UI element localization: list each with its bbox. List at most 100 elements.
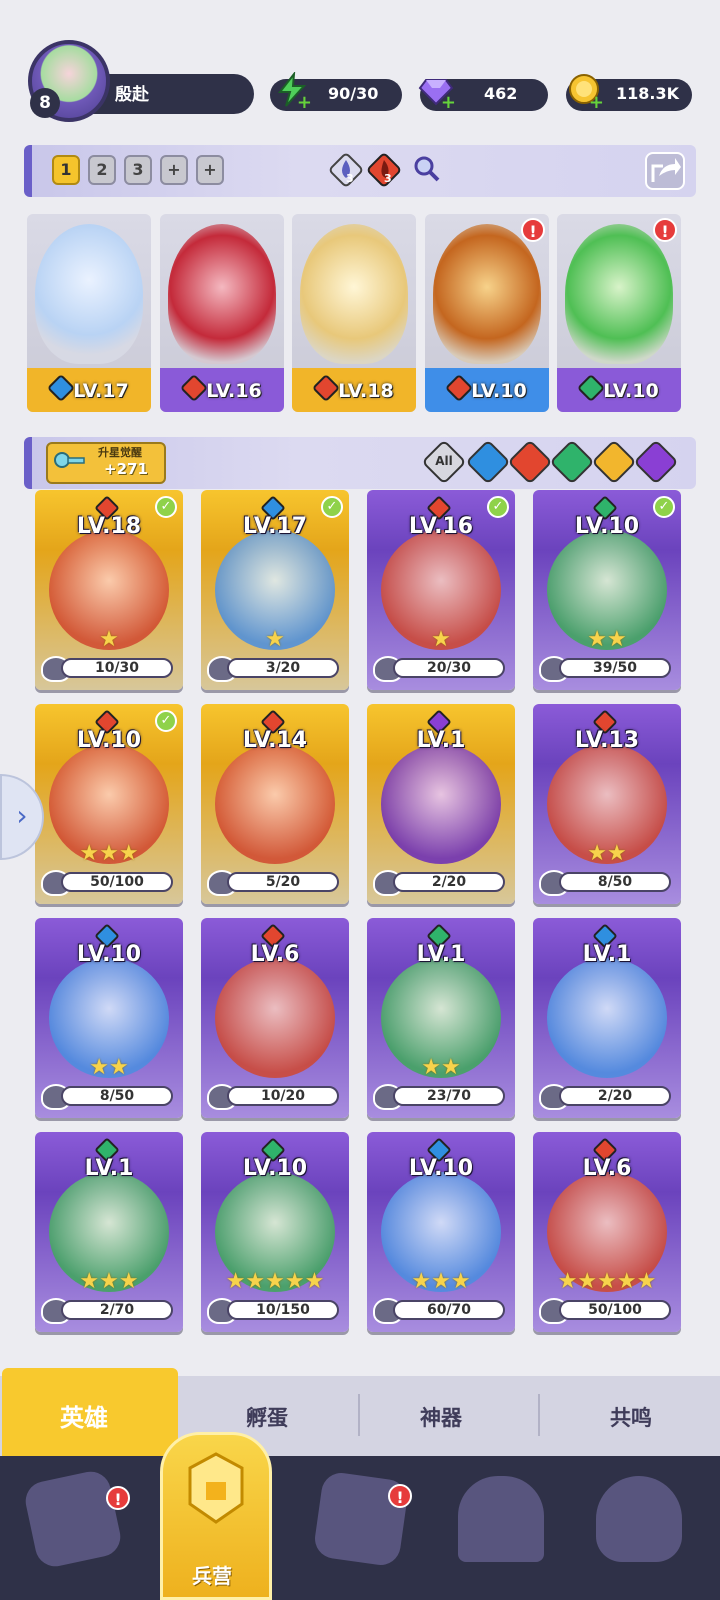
hero-card[interactable]: ✓ LV.17 ★ 3/20 xyxy=(201,490,349,690)
hero-portrait xyxy=(547,958,667,1078)
castle-icon[interactable] xyxy=(458,1476,544,1562)
shard-progress: 8/50 xyxy=(559,872,671,892)
hero-portrait xyxy=(168,224,276,364)
hero-card[interactable]: LV.1 2/20 xyxy=(367,704,515,904)
hero-level: LV.10 xyxy=(76,942,142,967)
tab-resonance[interactable]: 共鸣 xyxy=(610,1402,652,1432)
hero-card[interactable]: LV.1 2/20 xyxy=(533,918,681,1118)
team-slot-3[interactable]: 3 xyxy=(124,155,152,185)
hero-card[interactable]: LV.1 ★★★ 2/70 xyxy=(35,1132,183,1332)
hero-portrait xyxy=(215,744,335,864)
star-rating: ★ xyxy=(99,627,119,652)
hero-level: LV.6 xyxy=(582,1156,632,1181)
purple-gem-icon: + xyxy=(418,72,456,112)
key-icon xyxy=(52,448,88,478)
lineup-level: LV.10 xyxy=(471,380,527,402)
star-rating: ★★ xyxy=(587,841,627,866)
hero-portrait xyxy=(433,224,541,364)
hero-level: LV.10 xyxy=(242,1156,308,1181)
chevron-right-icon: › xyxy=(16,799,28,832)
shard-progress: 5/20 xyxy=(227,872,339,892)
filter-all-label: All xyxy=(435,454,453,468)
hero-card[interactable]: LV.6 10/20 xyxy=(201,918,349,1118)
hero-portrait xyxy=(381,744,501,864)
lineup-hero-4[interactable]: LV.10 ! xyxy=(425,214,549,412)
alert-badge: ! xyxy=(521,218,545,242)
energy-value: 90/30 xyxy=(328,84,379,103)
lineup-hero-1[interactable]: LV.17 xyxy=(27,214,151,412)
shard-progress: 10/30 xyxy=(61,658,173,678)
hero-level: LV.14 xyxy=(242,728,308,753)
hero-card[interactable]: LV.1 ★★ 23/70 xyxy=(367,918,515,1118)
barracks-icon xyxy=(180,1448,252,1528)
shard-progress: 2/20 xyxy=(393,872,505,892)
player-name: 殷赴 xyxy=(115,85,149,105)
lineup-hero-3[interactable]: LV.18 xyxy=(292,214,416,412)
team-slot-add-2[interactable]: + xyxy=(196,155,224,185)
hero-card[interactable]: LV.10 ★★★ 60/70 xyxy=(367,1132,515,1332)
tab-divider xyxy=(358,1394,360,1436)
share-icon xyxy=(651,158,681,182)
star-rating: ★★★ xyxy=(79,1269,139,1294)
tab-divider xyxy=(538,1394,540,1436)
hero-level: LV.10 xyxy=(76,728,142,753)
player-level-badge: 8 xyxy=(30,88,60,118)
search-icon[interactable] xyxy=(410,152,442,184)
star-rating: ★ xyxy=(265,627,285,652)
shard-progress: 50/100 xyxy=(61,872,173,892)
shard-progress: 10/20 xyxy=(227,1086,339,1106)
tab-heroes-label: 英雄 xyxy=(60,1404,108,1432)
awaken-value: +271 xyxy=(104,460,148,478)
tab-artifacts[interactable]: 神器 xyxy=(420,1402,462,1432)
star-rating: ★★ xyxy=(587,627,627,652)
alert-badge: ! xyxy=(388,1484,412,1508)
shard-progress: 39/50 xyxy=(559,658,671,678)
hero-card[interactable]: LV.10 ★★★★★ 10/150 xyxy=(201,1132,349,1332)
shard-progress: 2/70 xyxy=(61,1300,173,1320)
star-rating: ★★★ xyxy=(411,1269,471,1294)
shard-progress: 2/20 xyxy=(559,1086,671,1106)
hero-level: LV.6 xyxy=(250,942,300,967)
lineup-level: LV.10 xyxy=(603,380,659,402)
gold-coin-icon: + xyxy=(566,72,604,112)
hero-level: LV.1 xyxy=(582,942,632,967)
hero-level: LV.13 xyxy=(574,728,640,753)
hero-level: LV.18 xyxy=(76,514,142,539)
share-button[interactable] xyxy=(645,152,685,190)
shard-progress: 50/100 xyxy=(559,1300,671,1320)
alert-badge: ! xyxy=(106,1486,130,1510)
hero-card[interactable]: ✓ LV.18 ★ 10/30 xyxy=(35,490,183,690)
mushroom-house-icon[interactable] xyxy=(596,1476,682,1562)
hero-card[interactable]: LV.14 5/20 xyxy=(201,704,349,904)
lineup-level: LV.17 xyxy=(73,380,129,402)
hero-level: LV.1 xyxy=(84,1156,134,1181)
alert-badge: ! xyxy=(653,218,677,242)
star-rating: ★★★ xyxy=(79,841,139,866)
hero-card[interactable]: ✓ LV.10 ★★ 39/50 xyxy=(533,490,681,690)
hero-card[interactable]: ✓ LV.16 ★ 20/30 xyxy=(367,490,515,690)
lineup-hero-2[interactable]: LV.16 xyxy=(160,214,284,412)
team-slot-add-1[interactable]: + xyxy=(160,155,188,185)
awaken-title: 升星觉醒 xyxy=(98,446,142,459)
tab-hatch[interactable]: 孵蛋 xyxy=(246,1402,288,1432)
hero-card[interactable]: LV.10 ★★ 8/50 xyxy=(35,918,183,1118)
hero-card[interactable]: LV.13 ★★ 8/50 xyxy=(533,704,681,904)
lineup-hero-5[interactable]: LV.10 ! xyxy=(557,214,681,412)
hero-level: LV.10 xyxy=(574,514,640,539)
hero-portrait xyxy=(300,224,408,364)
coin-value: 118.3K xyxy=(616,84,680,103)
nav-barracks-label: 兵营 xyxy=(192,1564,232,1588)
fire-element-icon xyxy=(362,148,406,192)
gem-value: 462 xyxy=(484,84,518,103)
hero-level: LV.16 xyxy=(408,514,474,539)
star-rating: ★★ xyxy=(421,1055,461,1080)
hero-card[interactable]: LV.6 ★★★★★ 50/100 xyxy=(533,1132,681,1332)
hero-portrait xyxy=(565,224,673,364)
hero-level: LV.10 xyxy=(408,1156,474,1181)
cards-icon[interactable] xyxy=(21,1467,125,1571)
hero-card[interactable]: ✓ LV.10 ★★★ 50/100 xyxy=(35,704,183,904)
hero-level: LV.1 xyxy=(416,942,466,967)
hero-level: LV.17 xyxy=(242,514,308,539)
team-slot-1[interactable]: 1 xyxy=(52,155,80,185)
team-slot-2[interactable]: 2 xyxy=(88,155,116,185)
